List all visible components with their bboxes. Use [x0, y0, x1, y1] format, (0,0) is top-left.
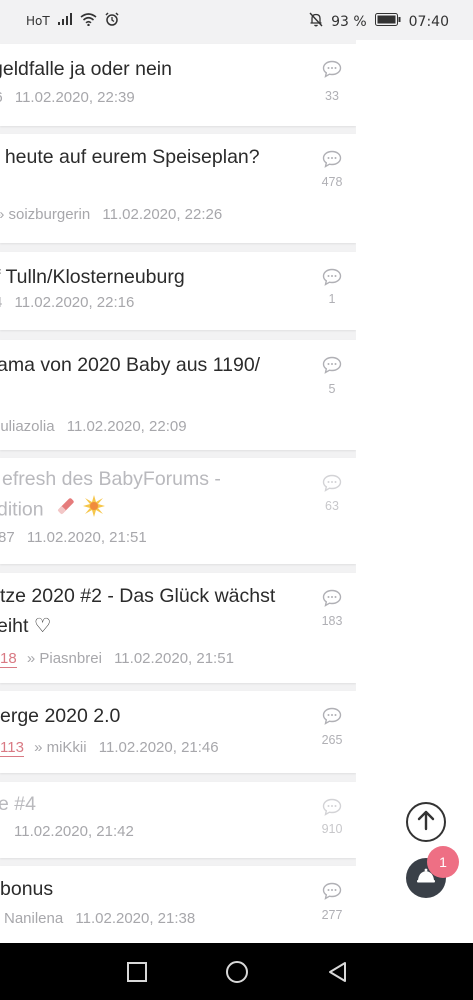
thread-date: 11.02.2020, 21:38 — [75, 910, 196, 927]
thread-meta: 4 11.02.2020, 22:16 — [0, 294, 134, 311]
thread-date: 11.02.2020, 21:42 — [14, 823, 134, 840]
thread-list[interactable]: geldfalle ja oder nein 36 11.02.2020, 22… — [0, 40, 356, 943]
thread-date: 11.02.2020, 22:09 — [66, 418, 187, 435]
reply-count: 1 — [328, 292, 336, 306]
thread-date: 11.02.2020, 22:39 — [14, 89, 135, 106]
thread-author: juliazolia — [0, 418, 55, 435]
thread-meta: » soizburgerin 11.02.2020, 22:26 — [0, 206, 222, 223]
system-nav-bar — [0, 943, 473, 1000]
thread-title[interactable]: f Tulln/Klosterneuburg — [0, 262, 300, 292]
reply-count: 265 — [321, 733, 343, 747]
battery-icon — [374, 13, 401, 30]
thread-meta: 36 11.02.2020, 22:39 — [0, 89, 135, 106]
thread-meta: 87 11.02.2020, 21:51 — [0, 529, 147, 546]
thread-card[interactable]: tze 2020 #2 - Das Glück wächst eiht ♡ 18… — [0, 573, 356, 683]
thread-card[interactable]: ama von 2020 Baby aus 1190/ juliazolia 1… — [0, 340, 356, 450]
thread-prefix: 36 — [0, 89, 3, 106]
reply-count: 478 — [321, 175, 343, 189]
mute-bell-icon — [309, 12, 323, 31]
thread-meta: Nanilena 11.02.2020, 21:38 — [4, 910, 195, 927]
reply-count: 33 — [325, 89, 339, 103]
thread-date: 11.02.2020, 21:51 — [26, 529, 147, 546]
comment-bubble-icon — [322, 882, 342, 904]
back-button[interactable] — [325, 959, 351, 985]
comment-bubble-icon — [322, 707, 342, 729]
syringe-emoji-icon — [55, 495, 77, 526]
clock: 07:40 — [408, 13, 449, 30]
thread-date: 11.02.2020, 22:26 — [102, 206, 223, 223]
reply-count: 277 — [321, 908, 343, 922]
thread-prefix: 113 — [0, 739, 24, 757]
thread-card[interactable]: geldfalle ja oder nein 36 11.02.2020, 22… — [0, 44, 356, 126]
status-left: HoT — [26, 12, 119, 30]
thread-title-continued[interactable]: eiht ♡ — [0, 611, 302, 641]
thread-meta: 113 » miKkii 11.02.2020, 21:46 — [0, 739, 219, 757]
thread-date: 11.02.2020, 22:16 — [14, 294, 135, 311]
thread-title[interactable]: bonus — [0, 874, 305, 904]
reply-count: 5 — [328, 382, 336, 396]
comment-bubble-icon — [322, 474, 342, 496]
wifi-icon — [80, 12, 97, 30]
status-bar: HoT 93 % 07:40 — [0, 0, 473, 40]
arrow-up-icon — [416, 809, 436, 835]
thread-card[interactable]: bonus Nanilena 11.02.2020, 21:38 277 — [0, 866, 356, 943]
notification-badge: 1 — [427, 846, 459, 878]
reply-count: 63 — [325, 499, 339, 513]
thread-card[interactable]: e #4 11.02.2020, 21:42 910 — [0, 782, 356, 858]
recent-apps-button[interactable] — [124, 959, 150, 985]
comment-bubble-icon — [322, 589, 342, 611]
thread-author: » soizburgerin — [0, 206, 91, 223]
battery-percent: 93 % — [331, 13, 367, 30]
home-button[interactable] — [224, 959, 250, 985]
thread-title[interactable]: tze 2020 #2 - Das Glück wächst — [0, 581, 305, 611]
thread-meta: 11.02.2020, 21:42 — [0, 823, 134, 840]
thread-date: 11.02.2020, 21:46 — [98, 739, 219, 756]
thread-title-line2[interactable]: dition — [0, 494, 302, 527]
carrier-label: HoT — [26, 14, 50, 28]
thread-title[interactable]: geldfalle ja oder nein — [0, 54, 297, 84]
thread-date: 11.02.2020, 21:51 — [114, 650, 234, 667]
reply-count: 910 — [321, 822, 343, 836]
thread-title[interactable]: ama von 2020 Baby aus 1190/ — [0, 350, 302, 380]
thread-card[interactable]: erge 2020 2.0 113 » miKkii 11.02.2020, 2… — [0, 691, 356, 773]
thread-prefix: 18 — [0, 650, 17, 668]
thread-title-continued: dition — [0, 498, 44, 521]
scroll-to-top-button[interactable] — [406, 802, 446, 842]
thread-prefix: 87 — [0, 529, 15, 546]
comment-bubble-icon — [322, 60, 342, 82]
thread-title[interactable]: erge 2020 2.0 — [0, 701, 305, 731]
thread-prefix: 4 — [0, 294, 2, 311]
thread-title[interactable]: efresh des BabyForums - — [2, 464, 307, 494]
comment-bubble-icon — [322, 268, 342, 290]
thread-card[interactable]: t heute auf eurem Speiseplan? » soizburg… — [0, 134, 356, 243]
comment-bubble-icon — [322, 798, 342, 820]
thread-meta: 18 » Piasnbrei 11.02.2020, 21:51 — [0, 650, 234, 668]
explosion-emoji-icon — [82, 494, 106, 527]
reply-count: 183 — [321, 614, 343, 628]
comment-bubble-icon — [322, 356, 342, 378]
thread-title[interactable]: t heute auf eurem Speiseplan? — [0, 142, 299, 172]
thread-author: Nanilena — [4, 910, 64, 927]
comment-bubble-icon — [322, 150, 342, 172]
thread-author: » miKkii — [34, 739, 87, 756]
thread-card[interactable]: f Tulln/Klosterneuburg 4 11.02.2020, 22:… — [0, 252, 356, 330]
signal-icon — [57, 13, 72, 29]
thread-meta: juliazolia 11.02.2020, 22:09 — [0, 418, 187, 435]
alarm-icon — [105, 12, 119, 30]
thread-card[interactable]: efresh des BabyForums - dition 87 11.02.… — [0, 458, 356, 564]
thread-title[interactable]: e #4 — [0, 789, 303, 819]
status-right: 93 % 07:40 — [309, 12, 449, 31]
thread-author: » Piasnbrei — [26, 650, 102, 667]
